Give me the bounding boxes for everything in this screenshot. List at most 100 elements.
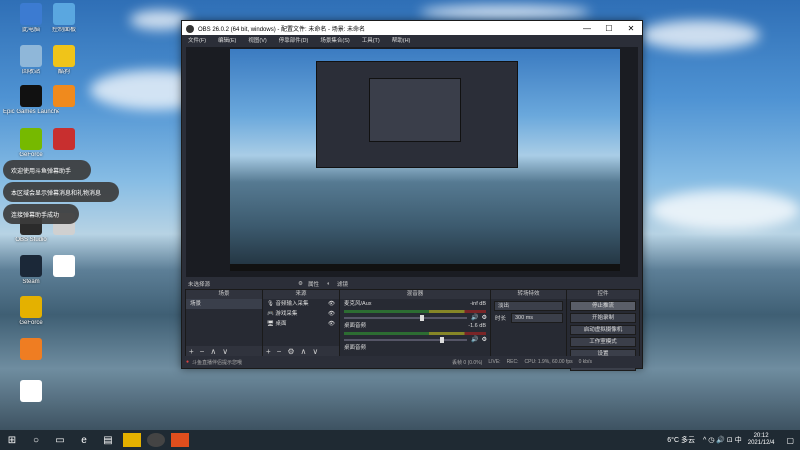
db-readout: -1.6 dB: [468, 323, 486, 329]
gamepad-icon: 🎮: [267, 311, 274, 317]
duration-input[interactable]: 300 ms: [511, 313, 563, 323]
kbps: 0 kb/s: [578, 359, 592, 365]
windows-start-icon[interactable]: ⊞: [3, 433, 21, 447]
scene-item[interactable]: 场景: [186, 299, 262, 309]
filter-icon[interactable]: ◐: [327, 281, 330, 287]
desktop-icon[interactable]: [3, 338, 59, 362]
gear-icon[interactable]: ⚙: [298, 281, 303, 287]
scenes-dock: 场景 场景 + − ∧ ∨: [185, 289, 263, 357]
slider-handle[interactable]: [440, 336, 445, 343]
taskbar: ⊞ ○ ▭ e ▤ 6°C 多云 ^ ◷ 🔊 ⊡ 中 20:12 2021/12/…: [0, 430, 800, 450]
scenes-footer: + − ∧ ∨: [186, 346, 262, 356]
maximize-button[interactable]: ☐: [598, 24, 620, 33]
filters-button[interactable]: 滤镜: [337, 280, 348, 288]
gear-icon[interactable]: ⚙: [287, 347, 294, 356]
transitions-title: 转场特效: [491, 290, 566, 299]
source-item[interactable]: 🎮 游戏采集 👁: [263, 309, 339, 319]
sources-title: 来源: [263, 290, 339, 299]
gear-icon[interactable]: ⚙: [482, 314, 487, 321]
mixer-channel-name: 麦克风/Aux -inf dB: [344, 301, 486, 307]
desktop-icon[interactable]: 控制面板: [36, 3, 92, 34]
obs-window: OBS 26.0.2 (64 bit, windows) - 配置文件: 未命名…: [181, 20, 643, 371]
menu-view[interactable]: 视图(V): [242, 36, 272, 44]
danmaku-toast: 连接弹幕助手成功: [3, 204, 79, 224]
app-icon[interactable]: [123, 433, 141, 447]
desktop-icon-label: Steam: [22, 279, 40, 285]
stop-streaming-button[interactable]: 停止推流: [570, 301, 636, 311]
controls-title: 控件: [567, 290, 639, 299]
source-item[interactable]: 🖥 桌面 👁: [263, 319, 339, 329]
task-view-icon[interactable]: ▭: [51, 433, 69, 447]
desktop-icon[interactable]: 酷狗: [36, 45, 92, 76]
volume-meter: [344, 310, 486, 313]
add-icon[interactable]: +: [266, 347, 271, 356]
edge-icon[interactable]: e: [75, 433, 93, 447]
cpu-fps: CPU: 1.9%, 60.00 fps: [524, 359, 573, 365]
clock[interactable]: 20:12 2021/12/4: [748, 433, 775, 447]
desktop-icon[interactable]: [36, 255, 92, 279]
nested-obs-preview-inner: [369, 78, 461, 142]
mic-icon: 🎙: [267, 301, 274, 307]
start-recording-button[interactable]: 开始录制: [570, 313, 636, 323]
obs-titlebar[interactable]: OBS 26.0.2 (64 bit, windows) - 配置文件: 未命名…: [182, 21, 642, 35]
desktop-icon[interactable]: [36, 85, 92, 109]
eye-icon[interactable]: 👁: [328, 300, 335, 308]
nested-obs-preview: [316, 61, 518, 168]
up-icon[interactable]: ∧: [301, 347, 307, 356]
preview-area[interactable]: [186, 47, 638, 277]
menu-docks[interactable]: 停靠部件(D): [273, 36, 315, 44]
menu-tools[interactable]: 工具(T): [356, 36, 386, 44]
down-icon[interactable]: ∨: [312, 347, 318, 356]
speaker-icon[interactable]: 🔊: [471, 336, 478, 343]
virtual-camera-button[interactable]: 启动虚拟摄像机: [570, 325, 636, 335]
slider-handle[interactable]: [420, 314, 425, 321]
eye-icon[interactable]: 👁: [328, 320, 335, 328]
studio-mode-button[interactable]: 工作室模式: [570, 337, 636, 347]
app-icon: [20, 380, 42, 402]
up-icon[interactable]: ∧: [210, 347, 216, 356]
menu-file[interactable]: 文件(F): [182, 36, 212, 44]
down-icon[interactable]: ∨: [222, 347, 228, 356]
add-icon[interactable]: +: [189, 347, 194, 356]
desktop-icon[interactable]: [3, 380, 59, 404]
menu-help[interactable]: 帮助(H): [386, 36, 417, 44]
search-icon[interactable]: ○: [27, 433, 45, 447]
eye-icon[interactable]: 👁: [328, 310, 335, 318]
desktop-icon[interactable]: GeForce: [3, 296, 59, 327]
rec-label: REC:: [506, 359, 519, 365]
db-readout: -inf dB: [470, 301, 486, 307]
explorer-icon[interactable]: ▤: [99, 433, 117, 447]
remove-icon[interactable]: −: [277, 347, 282, 356]
desktop-icon-label: 酷狗: [57, 69, 70, 75]
gear-icon[interactable]: ⚙: [482, 336, 487, 343]
transition-select[interactable]: 淡出: [494, 301, 563, 311]
close-button[interactable]: ✕: [620, 24, 642, 33]
notification-icon[interactable]: ▢: [786, 436, 794, 445]
source-item[interactable]: 🎙 音频输入采集 👁: [263, 299, 339, 309]
app-icon[interactable]: [171, 433, 189, 447]
menu-edit[interactable]: 编辑(E): [212, 36, 242, 44]
preview-screen: [230, 49, 620, 271]
tray-icons[interactable]: ^ ◷ 🔊 ⊡ 中: [703, 435, 742, 445]
obs-app-icon: [186, 24, 194, 33]
app-icon: [20, 296, 42, 318]
weather-readout[interactable]: 6°C 多云: [667, 435, 695, 445]
volume-meter: [344, 332, 486, 335]
volume-slider[interactable]: [344, 336, 468, 343]
menu-scene-collection[interactable]: 场景集合(S): [314, 36, 355, 44]
remove-icon[interactable]: −: [200, 347, 205, 356]
live-label: LIVE:: [488, 359, 501, 365]
preview-taskbar: [230, 264, 620, 271]
mixer-title: 混音器: [340, 290, 490, 299]
transitions-dock: 转场特效 淡出 时长 300 ms: [490, 289, 567, 357]
obs-taskbar-icon[interactable]: [147, 433, 165, 447]
minimize-button[interactable]: —: [576, 24, 598, 33]
volume-slider[interactable]: [344, 314, 468, 321]
sources-footer: + − ⚙ ∧ ∨: [263, 346, 339, 356]
desktop-icon[interactable]: [36, 128, 92, 152]
menu-bar: 文件(F) 编辑(E) 视图(V) 停靠部件(D) 场景集合(S) 工具(T) …: [182, 35, 642, 45]
desktop-icon-label: OBS Studio: [15, 237, 47, 243]
duration-label: 时长: [495, 316, 507, 322]
properties-button[interactable]: 属性: [308, 280, 319, 288]
speaker-icon[interactable]: 🔊: [471, 314, 478, 321]
